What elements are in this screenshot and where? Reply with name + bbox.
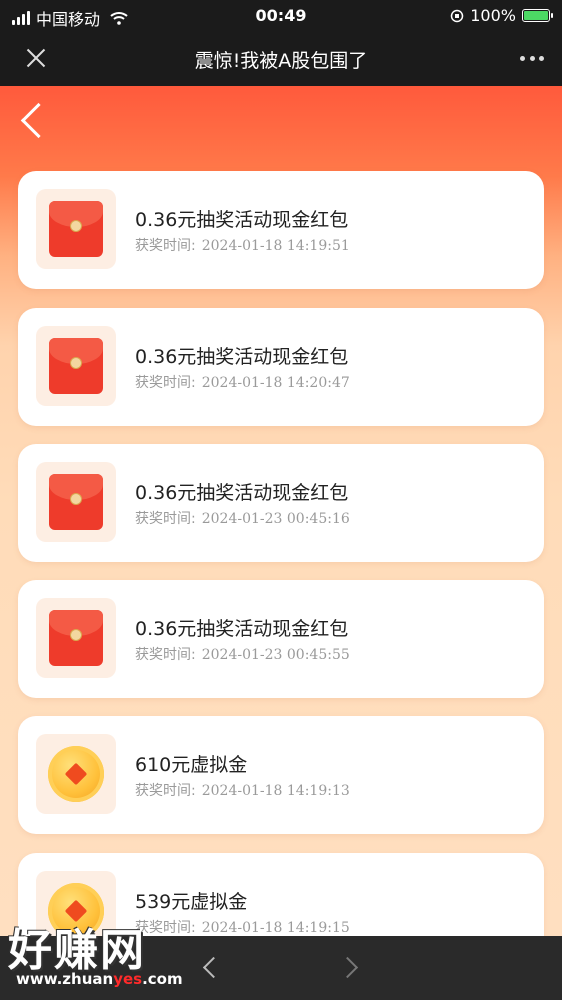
record-time-label: 获奖时间: xyxy=(135,647,196,663)
more-options-icon[interactable] xyxy=(520,56,544,62)
watermark-url: www.zhuanyes.com xyxy=(16,970,183,988)
orientation-lock-icon xyxy=(451,9,464,22)
watermark-url-highlight: yes xyxy=(113,970,143,988)
record-card: 0.36元抽奖活动现金红包 获奖时间: 2024-01-18 14:19:51 xyxy=(18,171,544,289)
record-time-label: 获奖时间: xyxy=(135,375,196,391)
record-time-label: 获奖时间: xyxy=(135,783,196,799)
record-title: 0.36元抽奖活动现金红包 xyxy=(135,482,349,504)
watermark-url-prefix: www.zhuan xyxy=(16,970,114,988)
record-card: 0.36元抽奖活动现金红包 获奖时间: 2024-01-23 00:45:55 xyxy=(18,580,544,698)
battery-fill xyxy=(524,11,548,20)
record-time-value: 2024-01-18 14:20:47 xyxy=(201,375,350,391)
record-time-label: 获奖时间: xyxy=(135,511,196,527)
record-card: 610元虚拟金 获奖时间: 2024-01-18 14:19:13 xyxy=(18,716,544,834)
record-title: 0.36元抽奖活动现金红包 xyxy=(135,346,349,368)
record-title: 0.36元抽奖活动现金红包 xyxy=(135,618,349,640)
record-card: 0.36元抽奖活动现金红包 获奖时间: 2024-01-18 14:20:47 xyxy=(18,308,544,426)
site-watermark: 好赚网 www.zhuanyes.com xyxy=(4,908,190,998)
record-time: 获奖时间: 2024-01-23 00:45:16 xyxy=(135,508,350,528)
record-icon-tile xyxy=(36,734,116,814)
watermark-url-suffix: .com xyxy=(142,970,183,988)
battery-icon xyxy=(522,9,553,22)
browser-forward-icon[interactable] xyxy=(336,956,359,979)
battery-percent: 100% xyxy=(470,6,516,25)
record-time-value: 2024-01-23 00:45:55 xyxy=(201,647,350,663)
record-time: 获奖时间: 2024-01-18 14:19:51 xyxy=(135,235,350,255)
record-time-value: 2024-01-23 00:45:16 xyxy=(201,511,350,527)
page-title: 震惊!我被A股包围了 xyxy=(194,50,368,72)
record-title: 610元虚拟金 xyxy=(135,754,248,776)
record-time: 获奖时间: 2024-01-23 00:45:55 xyxy=(135,644,350,664)
record-card: 0.36元抽奖活动现金红包 获奖时间: 2024-01-23 00:45:16 xyxy=(18,444,544,562)
record-icon-tile xyxy=(36,598,116,678)
record-time-value: 2024-01-18 14:19:13 xyxy=(201,783,350,799)
record-title: 0.36元抽奖活动现金红包 xyxy=(135,209,349,231)
status-right: 100% xyxy=(450,6,553,25)
red-envelope-icon xyxy=(49,474,103,530)
gold-coin-icon xyxy=(48,746,104,802)
nav-bar: 震惊!我被A股包围了 xyxy=(0,30,562,86)
watermark-logo-text: 好赚网 xyxy=(8,925,146,976)
record-time: 获奖时间: 2024-01-18 14:19:13 xyxy=(135,780,350,800)
status-bar: 中国移动 00:49 100% xyxy=(0,0,562,30)
browser-back-icon[interactable] xyxy=(202,956,225,979)
record-icon-tile xyxy=(36,189,116,269)
records-page[interactable]: 0.36元抽奖活动现金红包 获奖时间: 2024-01-18 14:19:51 0… xyxy=(0,86,562,936)
record-time-value: 2024-01-18 14:19:51 xyxy=(201,238,350,254)
red-envelope-icon xyxy=(49,338,103,394)
record-time-label: 获奖时间: xyxy=(135,238,196,254)
back-chevron-icon[interactable] xyxy=(20,102,57,139)
record-icon-tile xyxy=(36,326,116,406)
red-envelope-icon xyxy=(49,610,103,666)
record-time-value: 2024-01-18 14:19:15 xyxy=(201,920,350,936)
record-icon-tile xyxy=(36,462,116,542)
record-time: 获奖时间: 2024-01-18 14:20:47 xyxy=(135,372,350,392)
red-envelope-icon xyxy=(49,201,103,257)
